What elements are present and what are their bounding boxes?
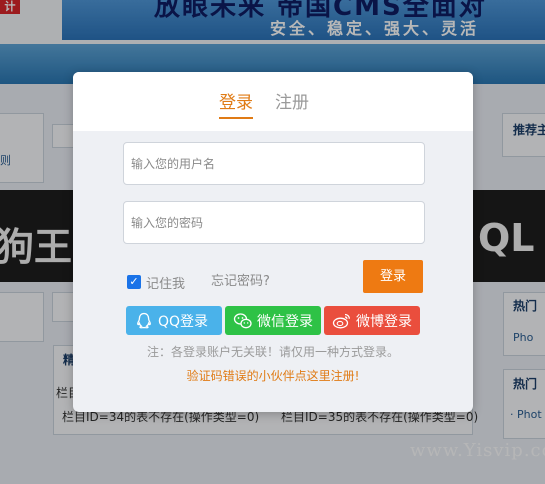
login-note: 注：各登录账户无关联！请仅用一种方式登录。 <box>146 345 399 359</box>
username-input[interactable] <box>123 142 425 185</box>
remember-me-label: 记住我 <box>146 276 186 292</box>
qq-login-button[interactable]: QQ登录 <box>126 306 222 335</box>
weibo-icon <box>332 311 352 331</box>
register-link[interactable]: 验证码错误的小伙伴点这里注册! <box>73 368 473 384</box>
forgot-password-link[interactable]: 忘记密码? <box>211 273 270 291</box>
qq-icon <box>134 311 154 331</box>
remember-me-checkbox[interactable]: ✓ 记住我 <box>127 273 186 292</box>
login-modal: 登录 注册 ✓ 记住我 忘记密码? 登录 QQ登录 微信登录 <box>73 72 473 412</box>
weibo-login-label: 微博登录 <box>356 313 412 330</box>
weibo-login-button[interactable]: 微博登录 <box>324 306 420 335</box>
wechat-icon <box>233 311 253 331</box>
wechat-login-label: 微信登录 <box>257 313 313 330</box>
tab-register[interactable]: 注册 <box>275 92 309 114</box>
qq-login-label: QQ登录 <box>158 313 209 330</box>
login-button[interactable]: 登录 <box>363 260 423 293</box>
checkmark-icon[interactable]: ✓ <box>127 275 141 289</box>
modal-header: 登录 注册 <box>73 72 473 131</box>
tab-login[interactable]: 登录 <box>219 92 253 119</box>
wechat-login-button[interactable]: 微信登录 <box>225 306 321 335</box>
password-input[interactable] <box>123 201 425 244</box>
